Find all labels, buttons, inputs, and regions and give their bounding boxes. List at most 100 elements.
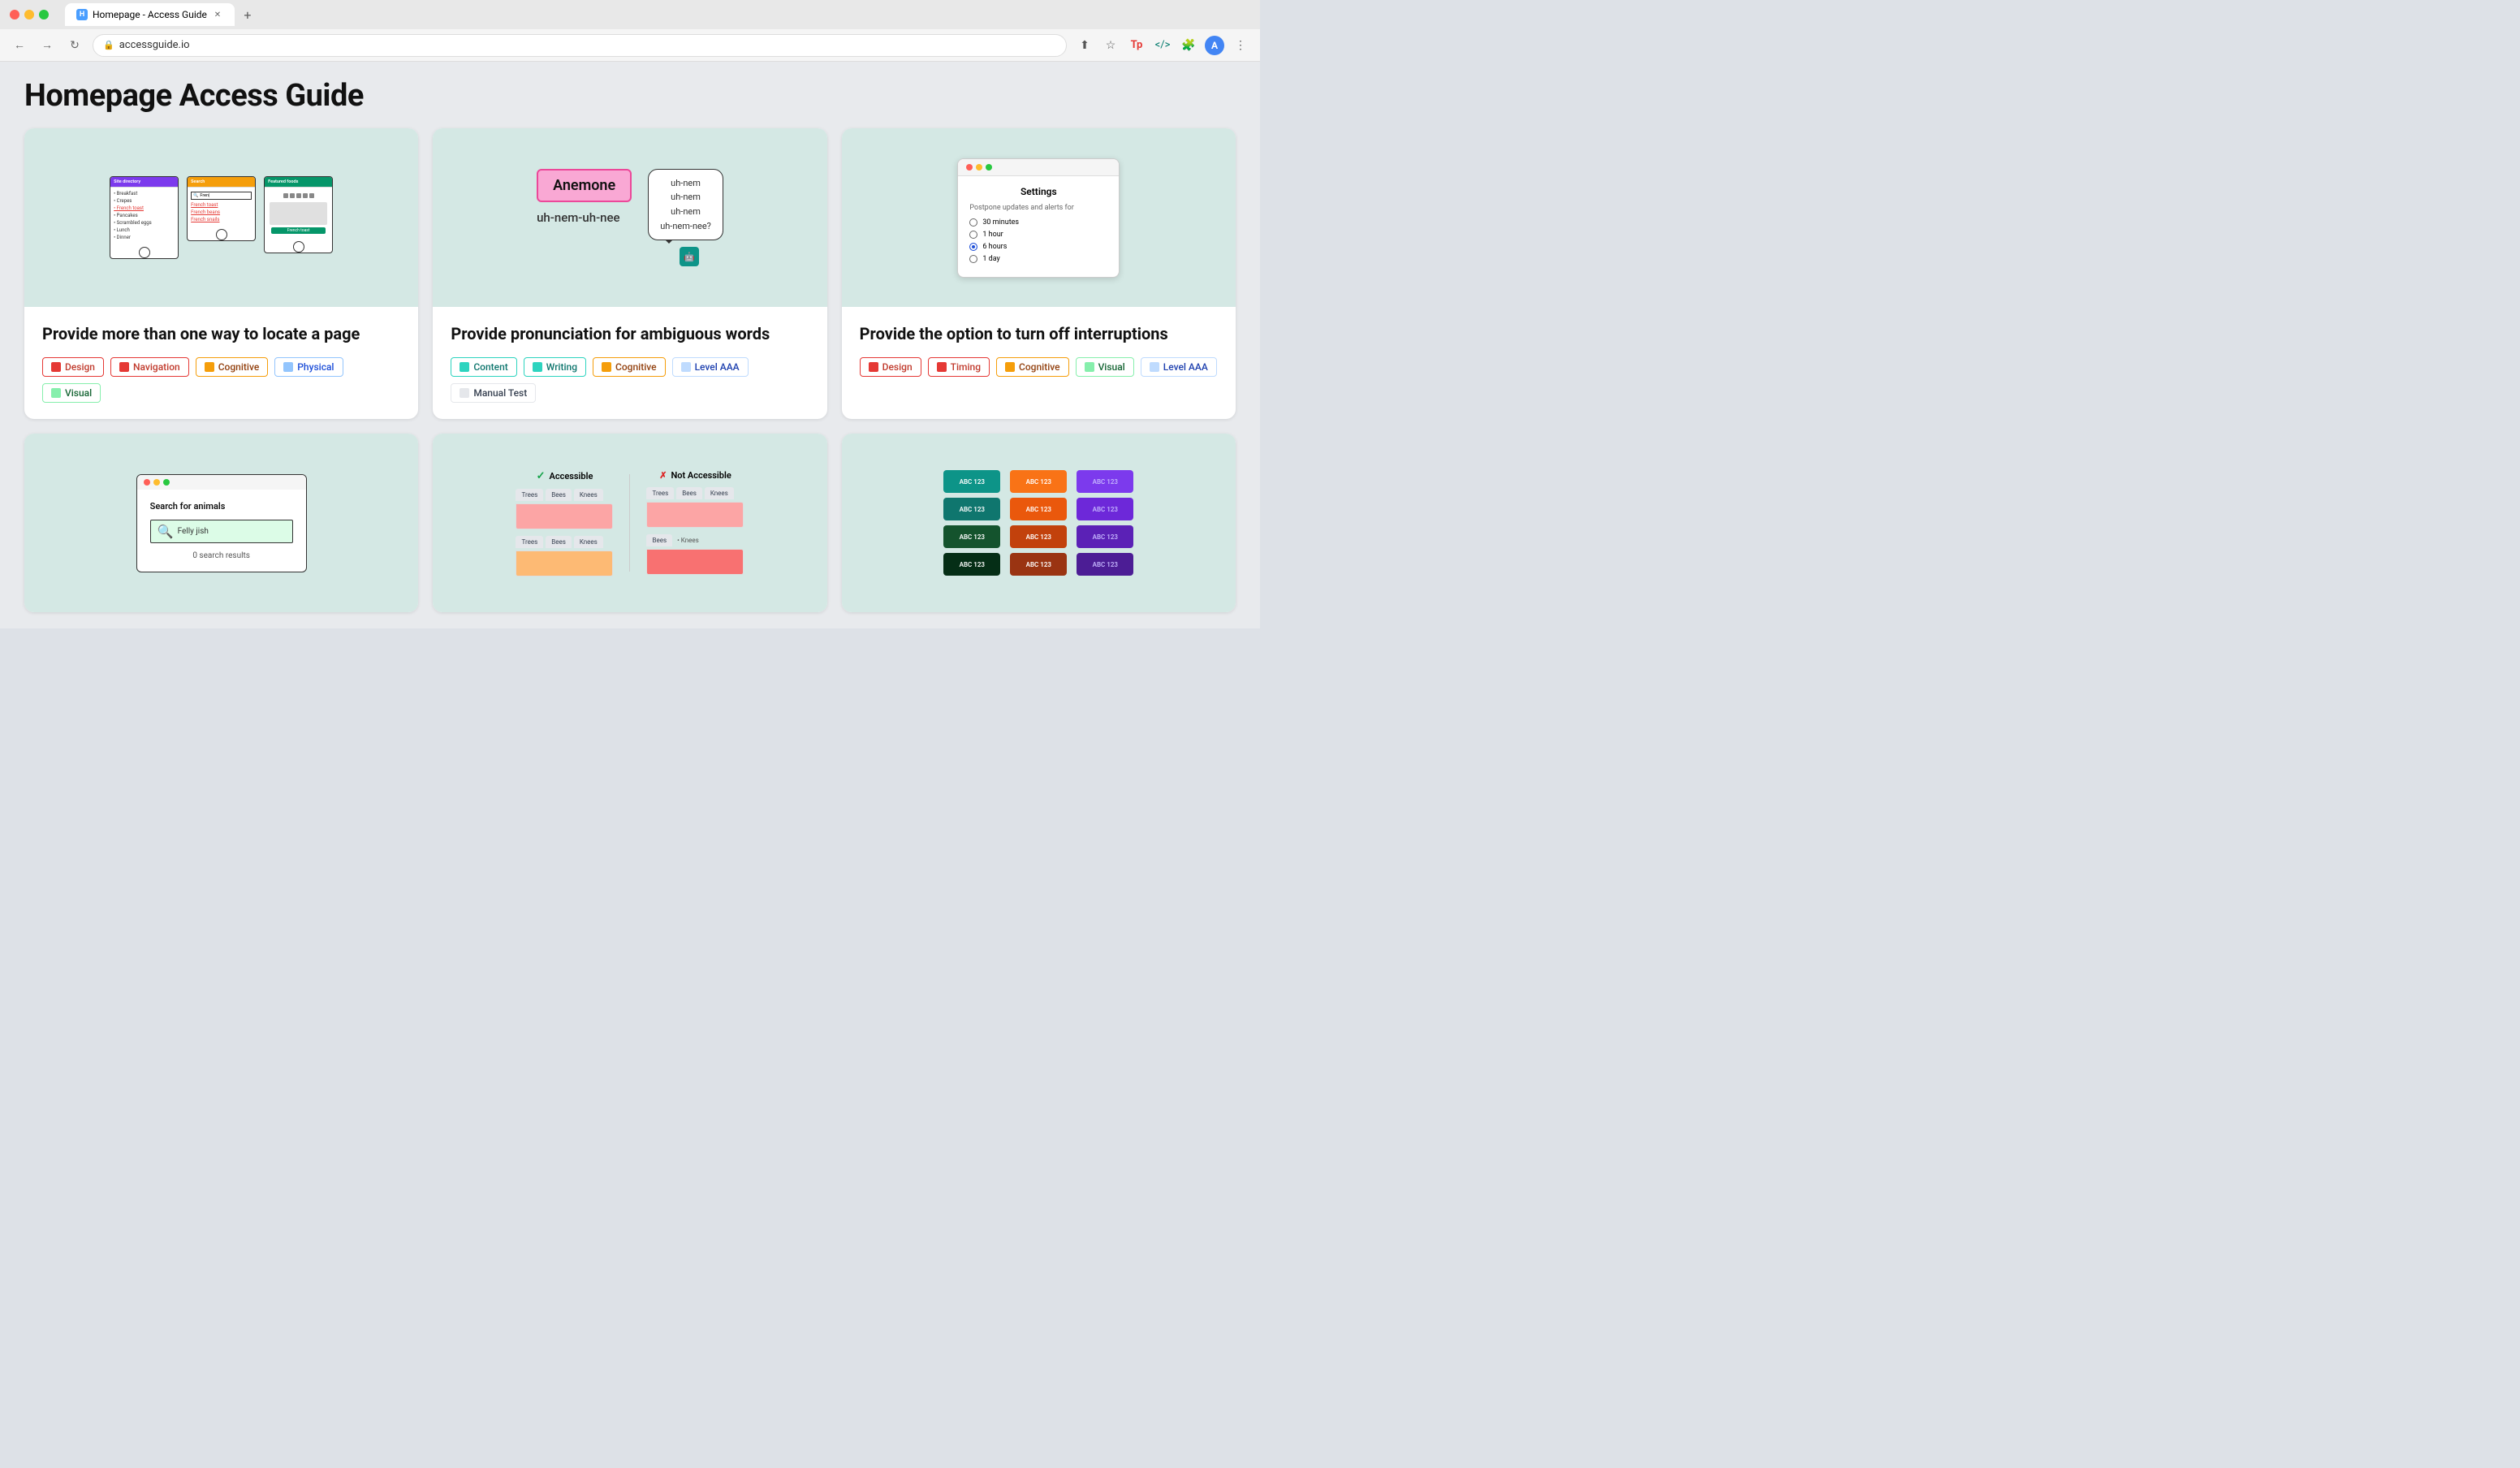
tag-cognitive-3-dot: [1005, 362, 1015, 372]
card-2-body: Provide pronunciation for ambiguous word…: [433, 307, 826, 419]
tag-manual-test[interactable]: Manual Test: [451, 383, 536, 403]
tag-level-aaa-label: Level AAA: [695, 361, 740, 373]
illus-pronunciation: Anemone uh-nem-uh-nee uh-nemuh-nemuh-nem…: [446, 169, 813, 266]
screen-button-1: [139, 247, 150, 258]
tab-knees-2[interactable]: Knees: [574, 536, 603, 548]
cards-grid: Site directory • Breakfast • Crepes • Fr…: [24, 128, 1236, 612]
tab-trees-1[interactable]: Trees: [516, 489, 543, 501]
forward-button[interactable]: →: [37, 36, 57, 55]
radio-label-1day: 1 day: [982, 255, 999, 263]
color-block-teal-2: ABC 123: [943, 498, 1000, 520]
settings-subtitle: Postpone updates and alerts for: [969, 204, 1107, 212]
radio-label-30min: 30 minutes: [982, 218, 1019, 227]
tab-content-2: [516, 550, 613, 576]
active-tab[interactable]: H Homepage - Access Guide ✕: [65, 3, 235, 26]
close-button[interactable]: [10, 10, 19, 19]
card-2-tags: Content Writing Cognitive Level AAA: [451, 357, 809, 403]
radio-label-6hr: 6 hours: [982, 243, 1007, 251]
tag-design-3[interactable]: Design: [860, 357, 921, 377]
tag-cognitive[interactable]: Cognitive: [196, 357, 269, 377]
ext-code-icon[interactable]: </>: [1153, 36, 1172, 55]
card-3-body: Provide the option to turn off interrupt…: [842, 307, 1236, 393]
bookmark-icon[interactable]: ☆: [1101, 36, 1120, 55]
profile-avatar[interactable]: A: [1205, 36, 1224, 55]
tag-level-aaa-3[interactable]: Level AAA: [1141, 357, 1217, 377]
result-french-snails: French snails: [191, 216, 252, 223]
radio-6hr[interactable]: 6 hours: [969, 243, 1107, 251]
tab-favicon: H: [76, 9, 88, 20]
accessible-tabs-group-1: Trees Bees Knees: [516, 489, 613, 529]
card-1-body: Provide more than one way to locate a pa…: [24, 307, 418, 419]
illus-search: Search for animals 🔍 Felly jish 0 search…: [37, 474, 405, 572]
address-bar[interactable]: 🔒 accessguide.io: [93, 34, 1067, 57]
menu-item-crepes: • Crepes: [114, 197, 175, 205]
tag-visual-3-dot: [1085, 362, 1094, 372]
tab-bees-4[interactable]: Bees: [646, 534, 672, 546]
color-block-orange-1: ABC 123: [1010, 470, 1067, 493]
share-icon[interactable]: ⬆: [1075, 36, 1094, 55]
accessible-tabs-group-2: Trees Bees Knees: [516, 536, 613, 576]
radio-1day[interactable]: 1 day: [969, 255, 1107, 263]
back-button[interactable]: ←: [10, 36, 29, 55]
menu-icon[interactable]: ⋮: [1231, 36, 1250, 55]
result-french-toast: French toast: [191, 201, 252, 209]
divider: [629, 474, 630, 572]
card-1-title: Provide more than one way to locate a pa…: [42, 323, 400, 344]
dot-2: [290, 193, 295, 198]
tab-bees-2[interactable]: Bees: [546, 536, 572, 548]
tab-bees-3[interactable]: Bees: [676, 487, 702, 499]
tag-level-aaa[interactable]: Level AAA: [672, 357, 749, 377]
color-block-purple-4: ABC 123: [1077, 553, 1133, 576]
tag-visual[interactable]: Visual: [42, 383, 101, 403]
toolbar-right: ⬆ ☆ Tp </> 🧩 A ⋮: [1075, 36, 1250, 55]
color-block-purple-1: ABC 123: [1077, 470, 1133, 493]
tag-cognitive-dot: [205, 362, 214, 372]
new-tab-button[interactable]: +: [238, 5, 257, 24]
tag-timing[interactable]: Timing: [928, 357, 990, 377]
tag-level-aaa-dot: [681, 362, 691, 372]
tag-design[interactable]: Design: [42, 357, 104, 377]
page-title: Homepage Access Guide: [24, 78, 1236, 114]
search-window: Search for animals 🔍 Felly jish 0 search…: [136, 474, 307, 572]
color-block-purple-2: ABC 123: [1077, 498, 1133, 520]
tag-content[interactable]: Content: [451, 357, 516, 377]
tab-knees-1[interactable]: Knees: [574, 489, 603, 501]
radio-1hr[interactable]: 1 hour: [969, 231, 1107, 239]
not-accessible-tabs-row-1: Trees Bees Knees: [646, 487, 744, 499]
tag-visual-3[interactable]: Visual: [1076, 357, 1134, 377]
site-directory-body: • Breakfast • Crepes • French toast • Pa…: [110, 188, 178, 244]
tab-close-button[interactable]: ✕: [212, 9, 223, 20]
radio-circle-1day: [969, 255, 977, 263]
color-block-teal-1: ABC 123: [943, 470, 1000, 493]
dot-4: [303, 193, 308, 198]
maximize-button[interactable]: [39, 10, 49, 19]
tag-cognitive-3[interactable]: Cognitive: [996, 357, 1069, 377]
tag-visual-3-label: Visual: [1098, 361, 1125, 373]
not-accessible-label: ✗ Not Accessible: [659, 470, 731, 481]
tab-trees-2[interactable]: Trees: [516, 536, 543, 548]
card-3-title: Provide the option to turn off interrupt…: [860, 323, 1218, 344]
tag-navigation[interactable]: Navigation: [110, 357, 189, 377]
tab-knees-3[interactable]: Knees: [705, 487, 734, 499]
tag-navigation-label: Navigation: [133, 361, 180, 373]
tab-trees-3[interactable]: Trees: [646, 487, 674, 499]
tag-physical[interactable]: Physical: [274, 357, 343, 377]
tag-cognitive-2[interactable]: Cognitive: [593, 357, 666, 377]
tag-writing[interactable]: Writing: [524, 357, 586, 377]
ext-tp-icon[interactable]: Tp: [1127, 36, 1146, 55]
card-2-illustration: Anemone uh-nem-uh-nee uh-nemuh-nemuh-nem…: [433, 128, 826, 307]
search-win-header: [137, 475, 306, 490]
card-3-illustration: Settings Postpone updates and alerts for…: [842, 128, 1236, 307]
extensions-icon[interactable]: 🧩: [1179, 36, 1198, 55]
tab-bees-1[interactable]: Bees: [546, 489, 572, 501]
minimize-button[interactable]: [24, 10, 34, 19]
not-accessible-tabs-group-2: Bees • Knees: [646, 534, 744, 575]
tab-bar: H Homepage - Access Guide ✕ +: [65, 3, 257, 26]
search-input-box[interactable]: 🔍 Felly jish: [150, 520, 293, 543]
featured-foods-header: Featured foods: [265, 177, 332, 188]
radio-30min[interactable]: 30 minutes: [969, 218, 1107, 227]
win-close-dot: [966, 164, 973, 171]
search-field: 🔍 Fren|: [191, 192, 252, 200]
win-max-dot: [986, 164, 992, 171]
refresh-button[interactable]: ↻: [65, 36, 84, 55]
